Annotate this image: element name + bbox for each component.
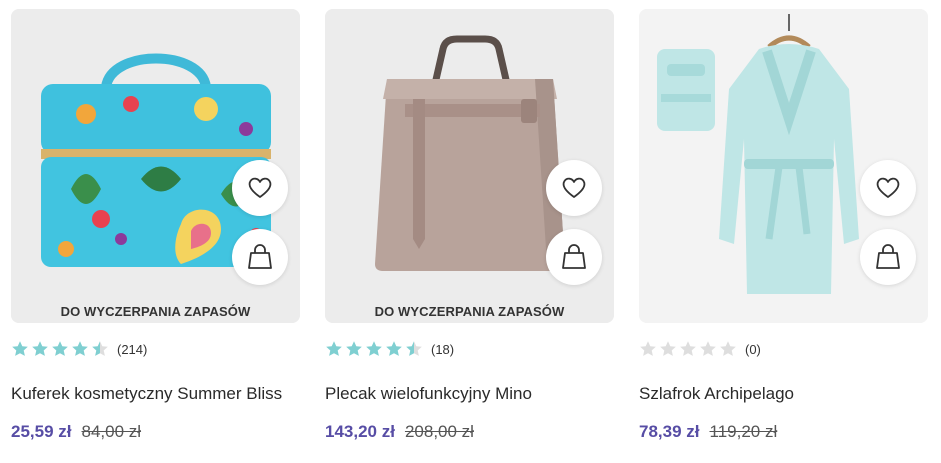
product-name[interactable]: Kuferek kosmetyczny Summer Bliss	[11, 384, 300, 404]
star-icon	[660, 341, 676, 356]
rating-stars	[11, 340, 109, 358]
old-price: 208,00 zł	[404, 422, 474, 441]
current-price: 25,59 zł	[11, 422, 72, 441]
star-icon	[52, 341, 68, 356]
product-rating: (214)	[11, 339, 300, 359]
rating-count: (0)	[745, 341, 761, 357]
stock-badge: DO WYCZERPANIA ZAPASÓW	[374, 304, 565, 319]
product-image-container[interactable]: DO WYCZERPANIA ZAPASÓW	[325, 9, 614, 323]
star-icon	[346, 341, 362, 356]
old-price: 84,00 zł	[81, 422, 142, 441]
star-icon	[680, 341, 696, 356]
product-rating: (18)	[325, 339, 614, 359]
current-price: 78,39 zł	[639, 422, 700, 441]
add-to-favorites-button[interactable]	[546, 160, 602, 216]
heart-icon	[248, 177, 272, 198]
product-prices: 78,39 zł 119,20 zł	[639, 422, 928, 442]
star-icon	[32, 341, 48, 356]
product-card[interactable]: DO WYCZERPANIA ZAPASÓW (214) Kuferek kos…	[11, 9, 300, 442]
heart-icon	[876, 177, 900, 198]
rating-count: (18)	[431, 341, 455, 357]
star-icon	[386, 341, 402, 356]
stock-badge: DO WYCZERPANIA ZAPASÓW	[60, 304, 251, 319]
shopping-bag-icon	[248, 244, 272, 269]
add-to-cart-button[interactable]	[232, 229, 288, 285]
add-to-cart-button[interactable]	[860, 229, 916, 285]
rating-stars	[639, 340, 737, 358]
product-image-container[interactable]	[639, 9, 928, 323]
product-prices: 143,20 zł 208,00 zł	[325, 422, 614, 442]
product-name[interactable]: Plecak wielofunkcyjny Mino	[325, 384, 614, 404]
heart-icon	[562, 177, 586, 198]
shopping-bag-icon	[876, 244, 900, 269]
rating-count: (214)	[117, 341, 148, 357]
product-card[interactable]: DO WYCZERPANIA ZAPASÓW (18) Plecak wielo…	[325, 9, 614, 442]
star-icon	[12, 341, 28, 356]
product-name[interactable]: Szlafrok Archipelago	[639, 384, 928, 404]
product-image-container[interactable]: DO WYCZERPANIA ZAPASÓW	[11, 9, 300, 323]
star-icon	[72, 341, 88, 356]
add-to-cart-button[interactable]	[546, 229, 602, 285]
star-icon	[366, 341, 382, 356]
star-icon	[406, 341, 422, 356]
add-to-favorites-button[interactable]	[860, 160, 916, 216]
old-price: 119,20 zł	[709, 422, 778, 441]
product-prices: 25,59 zł 84,00 zł	[11, 422, 300, 442]
star-icon	[326, 341, 342, 356]
star-icon	[92, 341, 108, 356]
shopping-bag-icon	[562, 244, 586, 269]
product-card[interactable]: (0) Szlafrok Archipelago 78,39 zł 119,20…	[639, 9, 928, 442]
star-icon	[700, 341, 716, 356]
rating-stars	[325, 340, 423, 358]
product-grid: DO WYCZERPANIA ZAPASÓW (214) Kuferek kos…	[11, 9, 928, 442]
star-icon	[640, 341, 656, 356]
current-price: 143,20 zł	[325, 422, 395, 441]
product-rating: (0)	[639, 339, 928, 359]
star-icon	[720, 341, 736, 356]
add-to-favorites-button[interactable]	[232, 160, 288, 216]
